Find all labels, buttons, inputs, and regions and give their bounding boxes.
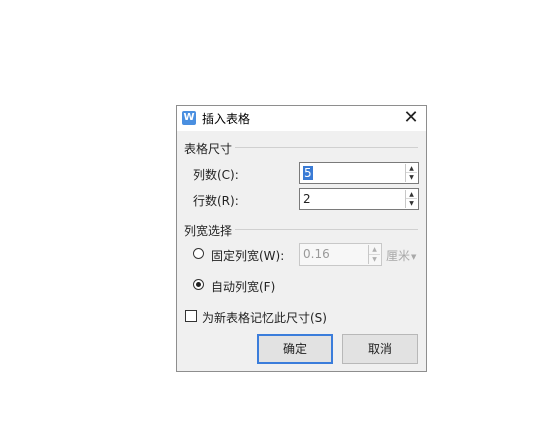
width-unit-value: 厘米 [386,249,411,263]
remember-size-checkbox[interactable] [185,310,197,322]
columns-stepper-arrows: ▲ ▼ [405,164,417,182]
dialog-titlebar: W 插入表格 ✕ [177,106,426,131]
rows-increment-icon[interactable]: ▲ [406,190,417,199]
rows-stepper-arrows: ▲ ▼ [405,190,417,208]
fixed-width-stepper-arrows: ▲ ▼ [368,245,380,264]
fixed-width-radio[interactable] [193,248,204,259]
columns-decrement-icon[interactable]: ▼ [406,173,417,182]
cancel-button[interactable]: 取消 [342,334,418,364]
rows-value[interactable]: 2 [303,192,311,206]
fixed-width-decrement-icon[interactable]: ▼ [369,255,380,265]
insert-table-dialog: W 插入表格 ✕ 表格尺寸 列数(C): 5 ▲ ▼ 行数(R): 2 ▲ ▼ … [176,105,427,372]
columns-label: 列数(C): [193,168,239,182]
remember-size-label[interactable]: 为新表格记忆此尺寸(S) [202,309,327,326]
auto-width-radio[interactable] [193,279,204,290]
rows-label: 行数(R): [193,194,239,208]
radio-selected-dot [196,282,201,287]
table-size-group-label: 表格尺寸 [184,140,236,157]
ok-button[interactable]: 确定 [257,334,333,364]
column-width-group-label: 列宽选择 [184,222,236,239]
fixed-width-increment-icon[interactable]: ▲ [369,245,380,255]
fixed-width-stepper[interactable]: 0.16 ▲ ▼ [299,243,382,266]
columns-increment-icon[interactable]: ▲ [406,164,417,173]
width-unit-dropdown[interactable]: 厘米▼ [386,247,416,264]
chevron-down-icon: ▼ [411,252,417,261]
wps-writer-icon: W [182,111,196,125]
close-icon[interactable]: ✕ [402,109,420,127]
rows-decrement-icon[interactable]: ▼ [406,199,417,208]
auto-width-label[interactable]: 自动列宽(F) [211,278,275,295]
columns-stepper[interactable]: 5 ▲ ▼ [299,162,419,184]
fixed-width-label[interactable]: 固定列宽(W): [211,247,284,264]
columns-value[interactable]: 5 [303,166,313,180]
rows-stepper[interactable]: 2 ▲ ▼ [299,188,419,210]
dialog-title: 插入表格 [202,112,251,126]
fixed-width-value[interactable]: 0.16 [303,247,330,261]
